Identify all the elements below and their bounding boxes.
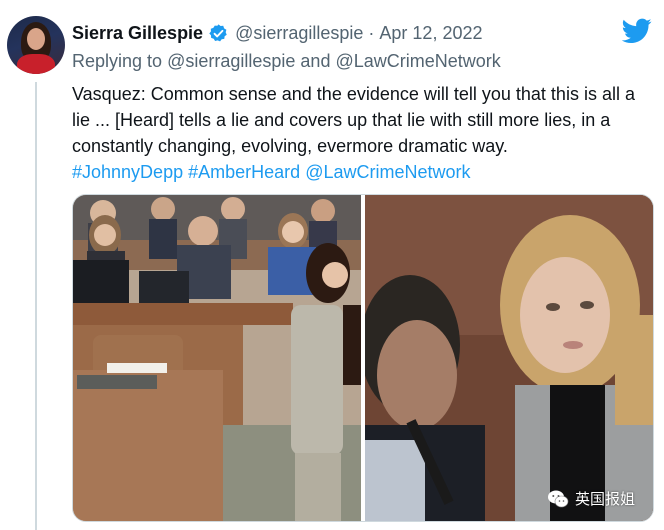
twitter-bird-icon[interactable] <box>622 18 652 44</box>
tweet-date[interactable]: Apr 12, 2022 <box>379 21 482 45</box>
hashtag-amberheard[interactable]: #AmberHeard <box>188 162 300 182</box>
reply-mention-sierragillespie[interactable]: @sierragillespie <box>167 51 295 71</box>
reply-mention-lawcrimenetwork[interactable]: @LawCrimeNetwork <box>335 51 500 71</box>
tweet-text: Vasquez: Common sense and the evidence w… <box>72 84 635 156</box>
avatar[interactable] <box>7 16 65 74</box>
author-handle[interactable]: @sierragillespie <box>235 21 363 45</box>
watermark: 英国报姐 <box>547 488 635 509</box>
tweet-media[interactable]: 英国报姐 <box>72 194 654 522</box>
closeup-scene-illustration <box>365 195 653 521</box>
mention-lawcrimenetwork[interactable]: @LawCrimeNetwork <box>305 162 470 182</box>
courtroom-photo-left[interactable] <box>73 195 361 521</box>
courtroom-scene-illustration <box>73 195 361 521</box>
wechat-icon <box>547 490 569 507</box>
verified-badge-icon <box>209 23 227 41</box>
watermark-text: 英国报姐 <box>574 491 635 508</box>
tweet-body: Vasquez: Common sense and the evidence w… <box>72 81 657 185</box>
courtroom-photo-right[interactable]: 英国报姐 <box>365 195 653 521</box>
replying-prefix: Replying to <box>72 51 163 71</box>
hashtag-johnnydepp[interactable]: #JohnnyDepp <box>72 162 183 182</box>
thread-connector-line <box>35 82 37 530</box>
replying-and: and <box>300 51 331 71</box>
replying-to: Replying to @sierragillespie and @LawCri… <box>72 51 501 72</box>
separator-dot: · <box>368 23 375 43</box>
author-name[interactable]: Sierra Gillespie <box>72 21 203 45</box>
tweet-header: Sierra Gillespie @sierragillespie · Apr … <box>72 21 604 45</box>
